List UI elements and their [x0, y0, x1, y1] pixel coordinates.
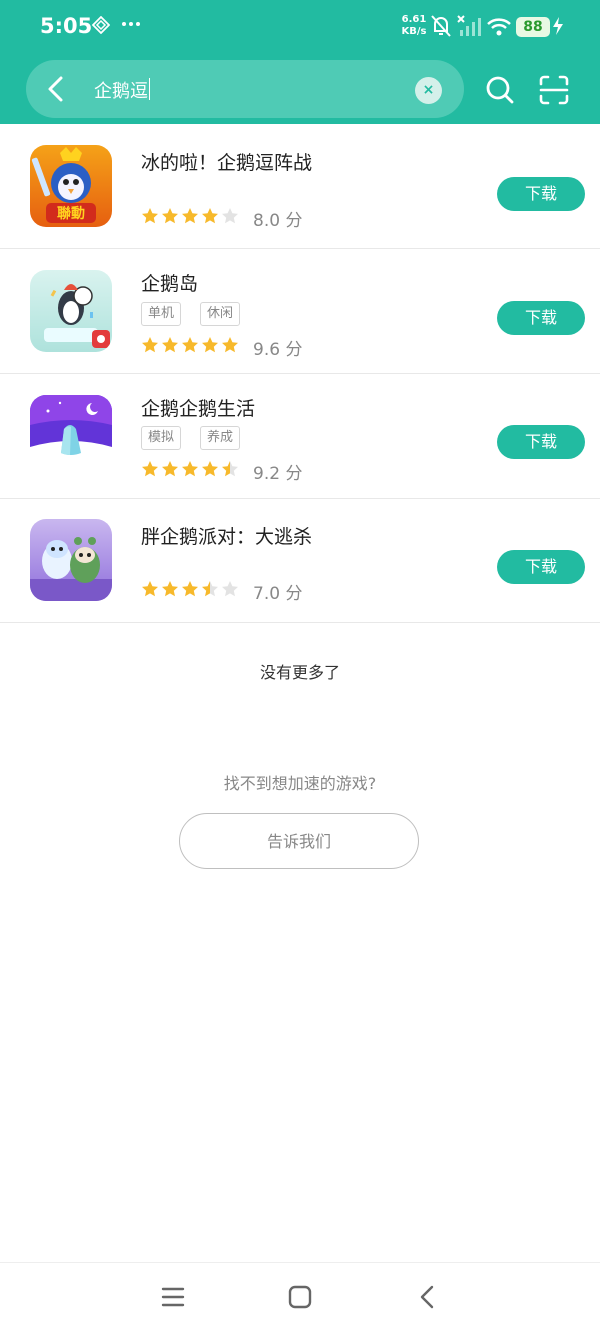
rating-score: 8.0 分	[253, 211, 303, 231]
tag-label: 休闲	[200, 302, 241, 326]
app-title[interactable]: 企鹅岛	[141, 269, 198, 296]
star-half-icon	[202, 581, 218, 597]
back-icon[interactable]	[42, 74, 72, 104]
status-time: 5:05	[40, 14, 93, 38]
bell-muted-icon	[430, 14, 452, 42]
rating-score: 9.6 分	[253, 340, 303, 360]
app-icon-fat-penguin-party[interactable]	[30, 519, 112, 601]
rating-score: 7.0 分	[253, 584, 303, 604]
tell-us-button[interactable]: 告诉我们	[179, 813, 419, 869]
app-title[interactable]: 胖企鹅派对：大逃杀	[141, 522, 312, 549]
star-full-icon	[182, 461, 198, 477]
list-item[interactable]: 企鹅企鹅生活 模拟 养成 9.2 分 下载	[0, 374, 600, 499]
star-full-icon	[182, 337, 198, 353]
star-full-icon	[162, 208, 178, 224]
star-empty-icon	[222, 581, 238, 597]
search-icon[interactable]	[485, 75, 515, 105]
cant-find-text: 找不到想加速的游戏?	[223, 774, 377, 793]
star-full-icon	[182, 208, 198, 224]
diamond-icon	[91, 15, 111, 39]
star-full-icon	[142, 337, 158, 353]
app-icon-ice-penguin-battle[interactable]: 聯動	[30, 145, 112, 227]
back-nav-icon[interactable]	[417, 1285, 439, 1313]
tag-label: 单机	[141, 302, 182, 326]
star-full-icon	[162, 581, 178, 597]
text-caret	[149, 78, 150, 100]
search-input[interactable]: 企鹅逗	[94, 77, 148, 103]
star-full-icon	[142, 208, 158, 224]
star-empty-icon	[222, 208, 238, 224]
rating-score: 9.2 分	[253, 464, 303, 484]
status-bar: 5:05 6.61 KB/s 88	[0, 0, 600, 56]
signal-icon	[456, 14, 482, 42]
network-speed: 6.61 KB/s	[400, 14, 428, 38]
home-icon[interactable]	[288, 1285, 312, 1313]
network-speed-unit: KB/s	[401, 26, 427, 37]
download-button[interactable]: 下载	[497, 177, 585, 211]
menu-icon[interactable]	[160, 1285, 186, 1313]
no-more-text: 没有更多了	[259, 663, 340, 682]
star-full-icon	[182, 581, 198, 597]
more-dots-icon	[120, 12, 142, 39]
wifi-icon	[486, 16, 512, 42]
charging-icon	[552, 16, 564, 40]
list-item[interactable]: 胖企鹅派对：大逃杀 7.0 分 下载	[0, 498, 600, 623]
clear-search-button[interactable]: ×	[415, 77, 442, 104]
download-button[interactable]: 下载	[497, 550, 585, 584]
star-full-icon	[202, 461, 218, 477]
system-nav-bar	[0, 1262, 600, 1334]
star-full-icon	[142, 581, 158, 597]
list-item[interactable]: 企鹅岛 单机 休闲 9.6 分 下载	[0, 249, 600, 374]
scan-icon[interactable]	[538, 74, 570, 106]
star-full-icon	[202, 208, 218, 224]
app-icon-badge-text: 聯動	[57, 205, 85, 222]
tag-label: 养成	[200, 426, 241, 450]
download-button[interactable]: 下载	[497, 301, 585, 335]
star-full-icon	[202, 337, 218, 353]
app-icon-penguin-isle[interactable]	[30, 270, 112, 352]
star-half-icon	[222, 461, 238, 477]
app-icon-penguin-life[interactable]	[30, 395, 112, 477]
star-full-icon	[162, 461, 178, 477]
tag-label: 模拟	[141, 426, 182, 450]
list-item[interactable]: 聯動 冰的啦！企鹅逗阵战 8.0 分 下载	[0, 124, 600, 249]
star-full-icon	[142, 461, 158, 477]
download-button[interactable]: 下载	[497, 425, 585, 459]
app-title[interactable]: 冰的啦！企鹅逗阵战	[141, 148, 312, 175]
network-speed-value: 6.61	[401, 14, 427, 25]
search-field-container[interactable]	[26, 60, 464, 118]
star-full-icon	[222, 337, 238, 353]
battery-icon: 88	[516, 17, 550, 37]
star-full-icon	[162, 337, 178, 353]
app-title[interactable]: 企鹅企鹅生活	[141, 394, 255, 421]
